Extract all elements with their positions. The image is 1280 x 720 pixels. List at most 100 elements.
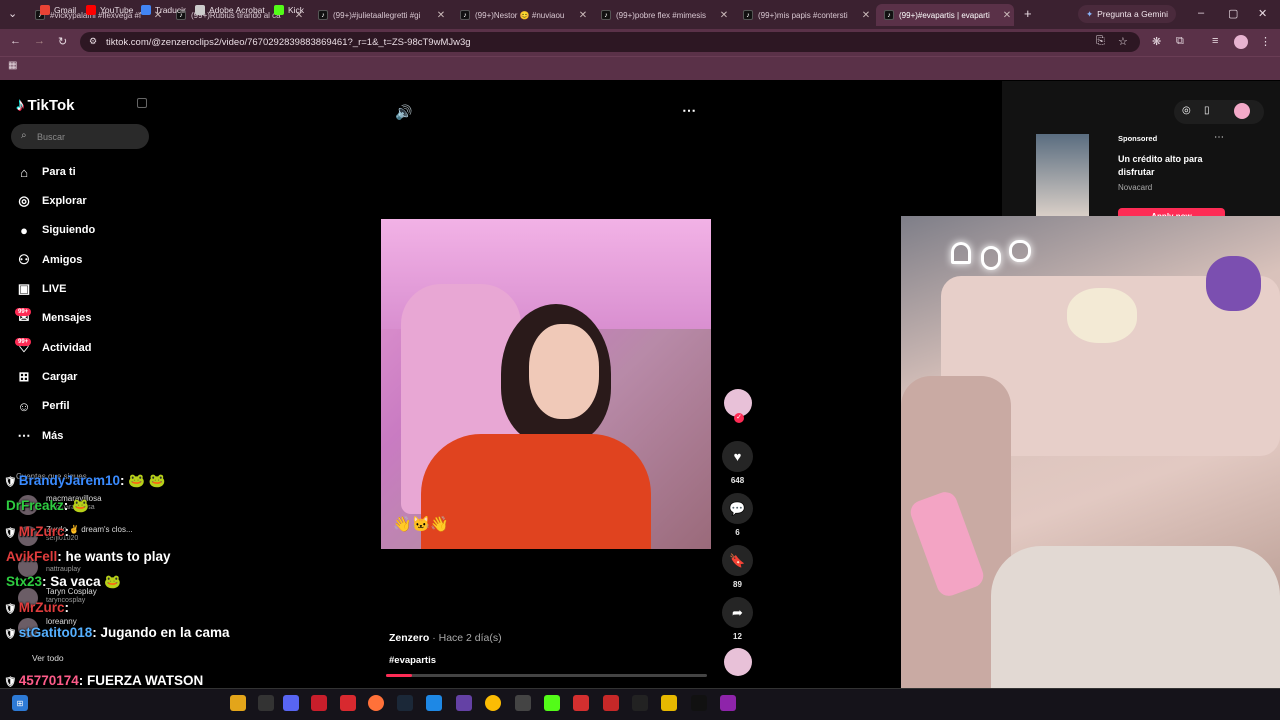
discord-icon[interactable] (283, 695, 299, 711)
chat-message: 🛡 BrandyJarem10: 🐸 🐸 (4, 473, 166, 489)
app-icon-green[interactable] (544, 695, 560, 711)
browser-tab[interactable]: ♪ (99+)Nestor 😊 #nuviaou ✕ (452, 4, 590, 26)
sidebar-item-cargar[interactable]: ⊞ Cargar (16, 369, 78, 385)
extension-icon[interactable]: ❋ (1152, 35, 1161, 48)
like-button[interactable]: ♥ (722, 441, 753, 472)
tab-close-icon[interactable]: ✕ (434, 10, 448, 21)
tab-close-icon[interactable]: ✕ (717, 10, 731, 21)
sidebar-item-siguiendo[interactable]: ● Siguiendo (16, 222, 95, 238)
bookmark-kick[interactable]: Kick (274, 5, 304, 15)
bookmark-favicon-icon (86, 5, 96, 15)
bookmark-label: Traducir (155, 5, 186, 15)
new-tab-button[interactable]: + (1024, 6, 1032, 21)
user-avatar[interactable] (1234, 103, 1250, 119)
tiktok-favicon-icon: ♪ (884, 10, 894, 20)
epic-games-icon[interactable] (691, 695, 707, 711)
close-window-button[interactable]: ✕ (1258, 7, 1267, 20)
reading-list-icon[interactable]: ≡ (1212, 35, 1218, 47)
extensions-puzzle-icon[interactable]: ⧉ (1176, 35, 1184, 48)
bookmark-star-icon[interactable]: ☆ (1118, 35, 1128, 48)
site-info-icon[interactable]: ⚙ (89, 36, 97, 47)
forward-icon[interactable]: → (34, 35, 45, 47)
minimize-button[interactable]: – (1198, 7, 1204, 19)
follow-check-icon[interactable]: ✓ (734, 413, 744, 423)
chat-badge-icon: 🛡 (4, 528, 17, 539)
sidebar-item-para-ti[interactable]: ⌂ Para ti (16, 164, 76, 180)
app-icon-red2[interactable] (573, 695, 589, 711)
video-more-icon[interactable]: ⋯ (682, 102, 696, 119)
volume-icon[interactable]: 🔊 (395, 104, 412, 121)
bookmark-traducir[interactable]: Traducir (141, 5, 186, 15)
firefox-icon[interactable] (368, 695, 384, 711)
browser-tab[interactable]: ♪ (99+)#evapartis | evaparti ✕ (876, 4, 1014, 26)
video-player[interactable]: 👋🐱👋 (381, 219, 711, 549)
tab-search-icon[interactable]: ⌄ (8, 7, 17, 20)
activity-badge: 99+ (15, 338, 32, 346)
ad-title[interactable]: Un crédito alto para disfrutar (1118, 153, 1228, 179)
chrome-icon[interactable] (485, 695, 501, 711)
chat-badge-icon: 🛡 (4, 677, 17, 688)
collapse-sidebar-icon[interactable] (137, 98, 147, 108)
comment-button[interactable]: 💬 (722, 493, 753, 524)
app-icon-red3[interactable] (603, 695, 619, 711)
app-icon-red[interactable] (311, 695, 327, 711)
video-hashtag[interactable]: #evapartis (389, 655, 436, 666)
ad-more-icon[interactable]: ⋯ (1214, 132, 1224, 143)
tab-close-icon[interactable]: ✕ (859, 10, 873, 21)
install-app-icon[interactable]: ⎘ (1096, 35, 1105, 48)
phone-icon[interactable]: ▯ (1204, 105, 1210, 116)
chrome-menu-icon[interactable]: ⋮ (1260, 35, 1271, 48)
browser-tab[interactable]: ♪ (99+)mis papis #contersti ✕ (735, 4, 873, 26)
bookmark-icon: 🔖 (729, 552, 746, 568)
obs-icon[interactable] (515, 695, 531, 711)
bookmark-label: Gmail (54, 5, 77, 15)
share-button[interactable]: ➦ (722, 597, 753, 628)
see-all-link[interactable]: Ver todo (32, 653, 64, 663)
tab-close-icon[interactable]: ✕ (576, 10, 590, 21)
url-field[interactable]: ⚙ tiktok.com/@zenzeroclips2/video/767029… (80, 32, 1140, 52)
browser-tab[interactable]: ♪ (99+)pobre flex #mimesis ✕ (593, 4, 731, 26)
back-icon[interactable]: ← (10, 35, 21, 47)
sidebar-item-explorar[interactable]: ◎ Explorar (16, 193, 87, 209)
anydesk-icon[interactable] (340, 695, 356, 711)
sidebar-item-live[interactable]: ▣ LIVE (16, 281, 67, 297)
gemini-button[interactable]: ✦ Pregunta a Gemini (1078, 5, 1176, 23)
tiktok-logo[interactable]: ♪ TikTok (16, 95, 74, 115)
steam-icon[interactable] (397, 695, 413, 711)
app-icon-yellow[interactable] (661, 695, 677, 711)
profile-avatar-icon[interactable] (1234, 35, 1248, 49)
sidebar-item-label: Siguiendo (42, 224, 96, 236)
chat-text: : (64, 600, 69, 615)
maximize-button[interactable]: ▢ (1228, 7, 1238, 20)
chat-text: : 🐸 (63, 498, 89, 513)
search-input[interactable]: ⌕ Buscar (11, 124, 149, 149)
start-icon[interactable]: ⊞ (12, 695, 28, 711)
compass-small-icon[interactable]: ◎ (1182, 105, 1191, 116)
app-icon-blue[interactable] (426, 695, 442, 711)
sponsored-label: Sponsored (1118, 134, 1158, 143)
sidebar-item-perfil[interactable]: ☺ Perfil (16, 398, 69, 414)
apps-grid-icon[interactable]: ▦ (8, 60, 17, 71)
reload-icon[interactable]: ↻ (58, 35, 67, 48)
app-icon-purple[interactable] (456, 695, 472, 711)
ad-thumbnail[interactable] (1036, 134, 1089, 216)
browser-tab[interactable]: ♪ (99+)#julietaallegretti #gi ✕ (310, 4, 448, 26)
sidebar-item-amigos[interactable]: ⚇ Amigos (16, 252, 82, 268)
sidebar-item-label: Explorar (42, 195, 87, 207)
bookmark-gmail[interactable]: Gmail (40, 5, 76, 15)
share-icon: ➦ (732, 604, 743, 620)
tab-close-icon[interactable]: ✕ (1000, 10, 1014, 21)
bookmark-adobe-acrobat[interactable]: Adobe Acrobat (195, 5, 265, 15)
folder-icon[interactable] (230, 695, 246, 711)
app-icon-purple2[interactable] (720, 695, 736, 711)
sidebar-item-label: Para ti (42, 166, 76, 178)
video-progress-bar[interactable] (386, 674, 707, 677)
app-icon-4k[interactable] (632, 695, 648, 711)
heart-icon: ♥ (733, 449, 742, 464)
video-author[interactable]: Zenzero (389, 632, 429, 644)
app-icon[interactable] (258, 695, 274, 711)
sidebar-item-más[interactable]: ⋯ Más (16, 428, 64, 444)
music-disc-avatar[interactable] (724, 648, 752, 676)
save-button[interactable]: 🔖 (722, 545, 753, 576)
bookmark-youtube[interactable]: YouTube (86, 5, 133, 15)
